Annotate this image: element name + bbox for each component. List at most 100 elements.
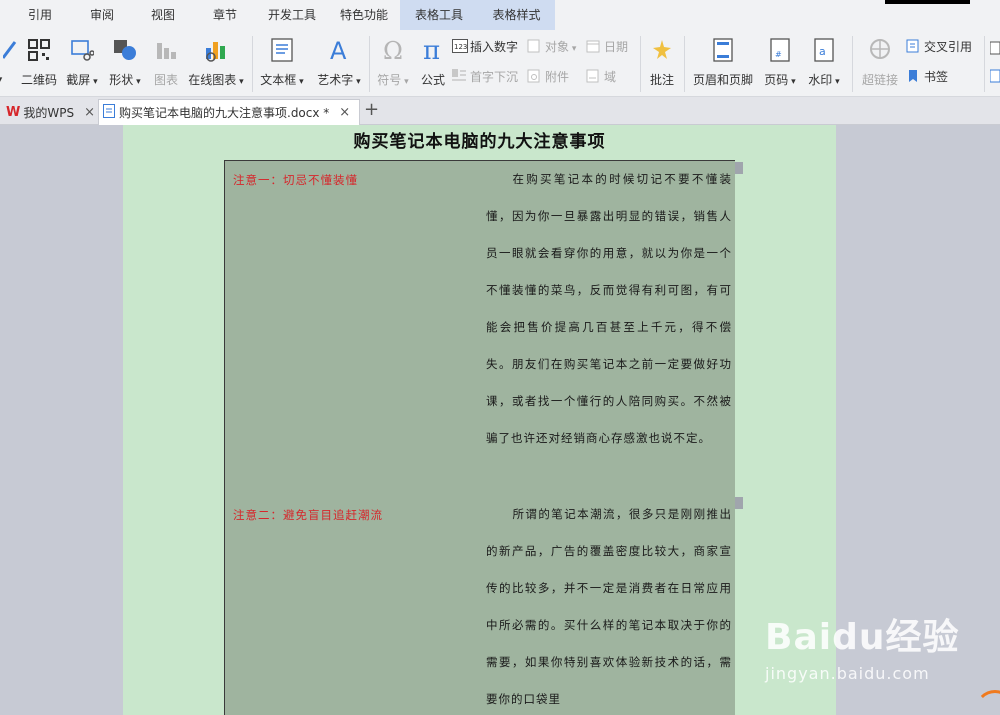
insert-number-button[interactable]: 123 插入数字 [452, 36, 518, 56]
tab-developer[interactable]: 开发工具 [258, 0, 326, 30]
tab-special-features[interactable]: 特色功能 [332, 0, 396, 30]
note-label: 注意一：切忌不懂装懂 [233, 173, 358, 187]
tab-table-tools[interactable]: 表格工具 [400, 0, 478, 30]
formula-button[interactable]: π 公式 [416, 36, 450, 88]
partial-tool-icon [989, 69, 1000, 83]
qrcode-button[interactable]: 二维码 [18, 36, 60, 88]
tab-my-wps-label: 我的WPS [23, 105, 75, 120]
svg-text:123: 123 [454, 43, 467, 51]
tab-document-label: 购买笔记本电脑的九大注意事项.docx * [119, 106, 330, 120]
table-cell-label[interactable]: 注意二：避免盲目追赶潮流 [225, 496, 481, 715]
textbox-icon [268, 36, 296, 64]
document-title: 购买笔记本电脑的九大注意事项 [353, 132, 606, 152]
hyperlink-button[interactable]: 超链接 [860, 36, 900, 88]
tab-chapter[interactable]: 章节 [203, 0, 247, 30]
menu-bar: 引用 审阅 视图 章节 开发工具 特色功能 表格工具 表格样式 [0, 0, 1000, 30]
close-icon[interactable]: × [339, 105, 350, 120]
screenshot-label: 截屏 [64, 71, 100, 88]
attachment-label: 附件 [545, 69, 570, 84]
cross-reference-button[interactable]: 交叉引用 [906, 36, 972, 56]
page-number-icon: # [766, 36, 794, 64]
dropcap-icon [452, 69, 466, 83]
table-cell-label[interactable]: 注意一：切忌不懂装懂 [225, 161, 481, 497]
window-edge [885, 0, 970, 4]
cross-reference-icon [906, 39, 920, 53]
field-button[interactable]: 域 [586, 66, 616, 86]
baidu-logo: Baidu经验 [765, 617, 960, 658]
bookmark-label: 书签 [924, 69, 949, 84]
textbox-label: 文本框 [258, 71, 306, 88]
add-tab-icon[interactable]: + [364, 99, 379, 120]
dropcap-button[interactable]: 首字下沉 [452, 66, 518, 86]
notes-table[interactable]: 注意一：切忌不懂装懂 在购买笔记本的时候切记不要不懂装懂，因为你一旦暴露出明显的… [224, 160, 735, 715]
partial-right-icon[interactable] [989, 66, 1000, 86]
shape-button[interactable]: 形状 [106, 36, 144, 88]
symbol-label: 符号 [374, 71, 412, 88]
object-label: 对象 [545, 38, 576, 55]
watermark-label: 水印 [806, 71, 842, 88]
close-icon[interactable]: × [84, 105, 95, 120]
online-chart-label: 在线图表 [186, 71, 246, 88]
object-icon [527, 39, 541, 53]
online-chart-button[interactable]: 在线图表 [186, 36, 246, 88]
tab-document-file[interactable]: 购买笔记本电脑的九大注意事项.docx * × [98, 99, 360, 125]
tab-view[interactable]: 视图 [141, 0, 185, 30]
comment-icon [648, 36, 676, 64]
wordart-button[interactable]: A 艺术字 [314, 36, 364, 88]
field-icon [586, 69, 600, 83]
chart-button[interactable]: 图表 [150, 36, 182, 88]
ribbon-separator [252, 36, 253, 92]
partial-tool-icon [989, 41, 1000, 55]
document-icon [103, 104, 115, 121]
online-chart-icon [202, 36, 230, 64]
globe-link-icon [866, 36, 894, 64]
symbol-button[interactable]: Ω 符号 [374, 36, 412, 88]
header-footer-label: 页眉和页脚 [692, 73, 753, 87]
tab-table-style[interactable]: 表格样式 [478, 0, 555, 30]
header-footer-icon [709, 36, 737, 64]
comment-button[interactable]: 批注 [646, 36, 678, 88]
svg-text:#: # [775, 50, 782, 59]
header-footer-button[interactable]: 页眉和页脚 [690, 36, 756, 88]
table-cell-text[interactable]: 所谓的笔记本潮流，很多只是刚刚推出的新产品，广告的覆盖密度比较大，商家宣传的比较… [480, 496, 735, 715]
number-icon: 123 [452, 39, 468, 53]
tab-my-wps[interactable]: W 我的WPS × [4, 99, 96, 125]
svg-text:Ω: Ω [383, 37, 403, 63]
wordart-label: 艺术字 [314, 71, 364, 88]
scissors-icon [68, 36, 96, 64]
comment-label: 批注 [649, 73, 674, 87]
table-cell-text[interactable]: 在购买笔记本的时候切记不要不懂装懂，因为你一旦暴露出明显的错误，销售人员一眼就会… [480, 161, 735, 497]
svg-text:A: A [330, 37, 347, 63]
calendar-icon [586, 39, 600, 53]
shape-label: 形状 [106, 71, 144, 88]
dropcap-label: 首字下沉 [470, 69, 519, 84]
tab-references[interactable]: 引用 [18, 0, 62, 30]
watermark-icon: a [810, 36, 838, 64]
row-resize-handle[interactable] [735, 497, 743, 509]
svg-text:a: a [819, 45, 826, 58]
bar-chart-icon [152, 36, 180, 64]
page-number-button[interactable]: # 页码 [762, 36, 798, 88]
note-label: 注意二：避免盲目追赶潮流 [233, 508, 383, 522]
screenshot-button[interactable]: 截屏 [64, 36, 100, 88]
cross-reference-label: 交叉引用 [924, 39, 973, 54]
tab-review[interactable]: 审阅 [80, 0, 124, 30]
partial-right-icon[interactable] [989, 38, 1000, 58]
date-button[interactable]: 日期 [586, 36, 628, 56]
ribbon-toolbar: 二维码 截屏 形状 图表 在线图表 文本框 A 艺术字 [0, 30, 1000, 97]
insert-number-label: 插入数字 [470, 39, 519, 54]
wps-logo-icon: W [6, 104, 21, 120]
attachment-icon [527, 69, 541, 83]
watermark-button[interactable]: a 水印 [806, 36, 842, 88]
page-number-label: 页码 [762, 71, 798, 88]
field-label: 域 [604, 69, 617, 84]
textbox-button[interactable]: 文本框 [258, 36, 306, 88]
ribbon-separator [369, 36, 370, 92]
partial-tool-button[interactable] [0, 36, 17, 85]
bookmark-button[interactable]: 书签 [906, 66, 948, 86]
ribbon-separator [852, 36, 853, 92]
object-button[interactable]: 对象 [527, 36, 576, 56]
attachment-button[interactable]: 附件 [527, 66, 569, 86]
row-resize-handle[interactable] [735, 162, 743, 174]
formula-label: 公式 [420, 73, 445, 87]
